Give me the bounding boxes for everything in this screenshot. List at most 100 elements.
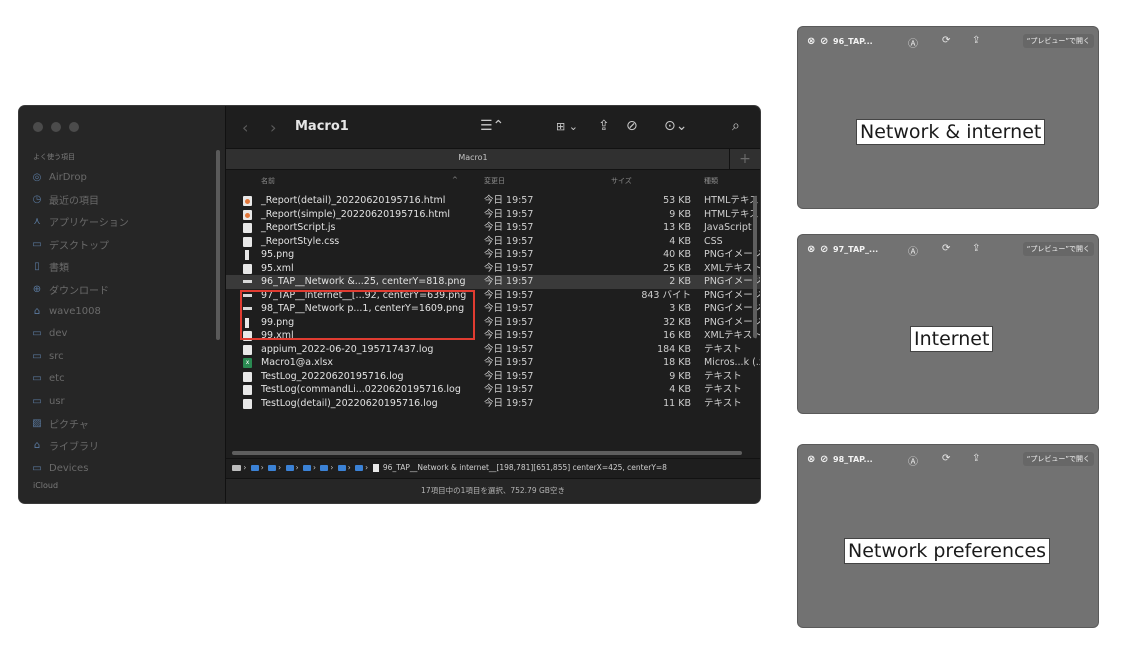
file-xlsx-icon: x bbox=[243, 358, 252, 368]
file-row[interactable]: TestLog(detail)_20220620195716.log 今日 19:… bbox=[226, 397, 760, 411]
file-tall-icon bbox=[245, 250, 249, 260]
file-html-icon bbox=[243, 196, 252, 206]
rotate-icon[interactable]: ⟳ bbox=[942, 243, 950, 254]
tag-icon[interactable]: ⊘ bbox=[626, 118, 638, 134]
file-row[interactable]: 99.xml 今日 19:57 16 KB XMLテキスト bbox=[226, 329, 760, 343]
markup-icon[interactable]: Ⓐ bbox=[908, 453, 918, 468]
file-row[interactable]: 98_TAP__Network p...1, centerY=1609.png 今… bbox=[226, 302, 760, 316]
zoom-window-button[interactable] bbox=[69, 122, 79, 132]
file-date: 今日 19:57 bbox=[484, 235, 534, 247]
file-row[interactable]: 95.xml 今日 19:57 25 KB XMLテキスト bbox=[226, 262, 760, 276]
file-browser: ‹ › Macro1 ☰⌃ ⊞ ⌄ ⇪ ⊘ ⊙⌄ ⌕ Macro1 + 名前 ^… bbox=[226, 106, 760, 503]
file-size: 40 KB bbox=[663, 249, 691, 260]
file-date: 今日 19:57 bbox=[484, 303, 534, 314]
sidebar-item[interactable]: ⌂ ライブラリ bbox=[31, 435, 129, 457]
sidebar-item[interactable]: ▨ ピクチャ bbox=[31, 412, 129, 434]
more-actions-icon[interactable]: ⊙⌄ bbox=[664, 118, 687, 134]
sidebar-item[interactable]: ▭ src bbox=[31, 345, 129, 367]
sidebar-item[interactable]: ▭ Devices bbox=[31, 457, 129, 479]
tab-bar: Macro1 + bbox=[226, 148, 760, 170]
sidebar-item[interactable]: ▭ dev bbox=[31, 323, 129, 345]
close-icon[interactable]: ⊗ bbox=[807, 244, 815, 255]
minimize-window-button[interactable] bbox=[51, 122, 61, 132]
open-in-preview-button[interactable]: “プレビュー”で開く bbox=[1022, 242, 1094, 256]
share-icon[interactable]: ⇪ bbox=[598, 118, 610, 134]
desktop-icon: ▭ bbox=[32, 238, 42, 250]
folder-icon bbox=[302, 465, 311, 471]
file-row[interactable]: appium_2022-06-20_195717437.log 今日 19:57 1… bbox=[226, 343, 760, 357]
sidebar-item[interactable]: ◎ AirDrop bbox=[31, 166, 129, 188]
fullscreen-icon[interactable]: ⊘ bbox=[820, 36, 828, 47]
file-kind: HTMLテキスト bbox=[704, 195, 760, 206]
sidebar-item[interactable]: ▭ etc bbox=[31, 368, 129, 390]
close-icon[interactable]: ⊗ bbox=[807, 36, 815, 47]
path-breadcrumb[interactable]: › › › › › › › › 96_TAP__Network & intern… bbox=[232, 463, 667, 472]
folder-icon: ▭ bbox=[32, 350, 42, 362]
add-tab-button[interactable]: + bbox=[729, 149, 760, 169]
sidebar-item[interactable]: ▭ usr bbox=[31, 390, 129, 412]
sidebar-item-label: アプリケーション bbox=[49, 218, 129, 230]
group-icon[interactable]: ⊞ ⌄ bbox=[556, 120, 578, 133]
vertical-scrollbar[interactable] bbox=[753, 196, 757, 338]
sidebar-scrollbar[interactable] bbox=[216, 150, 220, 340]
column-kind[interactable]: 種類 bbox=[704, 176, 718, 186]
rotate-icon[interactable]: ⟳ bbox=[942, 35, 950, 46]
close-icon[interactable]: ⊗ bbox=[807, 454, 815, 465]
file-row[interactable]: _Report(detail)_20220620195716.html 今日 19… bbox=[226, 194, 760, 208]
file-size: 16 KB bbox=[663, 330, 691, 341]
file-row[interactable]: 99.png 今日 19:57 32 KB PNGイメージ bbox=[226, 316, 760, 330]
search-icon[interactable]: ⌕ bbox=[732, 118, 740, 134]
file-date: 今日 19:57 bbox=[484, 289, 534, 301]
file-row[interactable]: TestLog(commandLi...0220620195716.log 今日 … bbox=[226, 383, 760, 397]
column-date[interactable]: 変更日 bbox=[484, 176, 505, 186]
sidebar-item[interactable]: ⋏ アプリケーション bbox=[31, 211, 129, 233]
file-tall-icon bbox=[245, 317, 249, 328]
sidebar-item[interactable]: ⊕ ダウンロード bbox=[31, 278, 129, 300]
file-row[interactable]: 96_TAP__Network &...25, centerY=818.png 今… bbox=[226, 275, 760, 289]
sidebar-section-icloud: iCloud bbox=[33, 481, 59, 490]
file-name: TestLog(commandLi...0220620195716.log bbox=[261, 384, 461, 395]
sidebar-item[interactable]: ⌂ wave1008 bbox=[31, 300, 129, 322]
file-page-icon bbox=[243, 236, 252, 247]
markup-icon[interactable]: Ⓐ bbox=[908, 35, 918, 50]
file-date: 今日 19:57 bbox=[484, 330, 534, 341]
sidebar-item[interactable]: ▯ 書類 bbox=[31, 256, 129, 278]
fullscreen-icon[interactable]: ⊘ bbox=[820, 244, 828, 255]
file-row[interactable]: TestLog_20220620195716.log 今日 19:57 9 KB テキ… bbox=[226, 370, 760, 384]
share-icon[interactable]: ⇪ bbox=[972, 453, 980, 464]
file-strip-icon bbox=[243, 293, 252, 297]
file-kind: PNGイメージ bbox=[704, 316, 760, 328]
file-size: 18 KB bbox=[663, 357, 691, 368]
sidebar-item[interactable]: ▭ デスクトップ bbox=[31, 233, 129, 255]
file-row[interactable]: x Macro1@a.xlsx 今日 19:57 18 KB Micros...k (.… bbox=[226, 356, 760, 370]
open-in-preview-button[interactable]: “プレビュー”で開く bbox=[1022, 34, 1094, 48]
file-row[interactable]: 95.png 今日 19:57 40 KB PNGイメージ bbox=[226, 248, 760, 262]
file-row[interactable]: 97_TAP__Internet__[...92, centerY=639.pn… bbox=[226, 289, 760, 303]
file-size: 4 KB bbox=[669, 384, 691, 395]
sidebar-item-label: ピクチャ bbox=[49, 419, 89, 431]
folder-icon: ▭ bbox=[32, 395, 42, 407]
column-size[interactable]: サイズ bbox=[611, 176, 632, 186]
file-kind: XMLテキスト bbox=[704, 262, 760, 274]
file-row[interactable]: _Report(simple)_20220620195716.html 今日 19… bbox=[226, 208, 760, 222]
column-name[interactable]: 名前 bbox=[261, 176, 275, 186]
share-icon[interactable]: ⇪ bbox=[972, 35, 980, 46]
fullscreen-icon[interactable]: ⊘ bbox=[820, 454, 828, 465]
forward-button[interactable]: › bbox=[270, 118, 276, 137]
share-icon[interactable]: ⇪ bbox=[972, 243, 980, 254]
airdrop-icon: ◎ bbox=[32, 171, 42, 183]
file-name: TestLog(detail)_20220620195716.log bbox=[261, 397, 438, 409]
back-button[interactable]: ‹ bbox=[242, 118, 248, 137]
sidebar-item[interactable]: ◷ 最近の項目 bbox=[31, 188, 129, 210]
horizontal-scrollbar[interactable] bbox=[232, 451, 742, 455]
tab-macro1[interactable]: Macro1 bbox=[226, 153, 720, 162]
list-view-icon[interactable]: ☰⌃ bbox=[480, 118, 504, 134]
open-in-preview-button[interactable]: “プレビュー”で開く bbox=[1022, 452, 1094, 466]
file-row[interactable]: _ReportScript.js 今日 19:57 13 KB JavaScript bbox=[226, 221, 760, 235]
file-row[interactable]: _ReportStyle.css 今日 19:57 4 KB CSS bbox=[226, 235, 760, 249]
rotate-icon[interactable]: ⟳ bbox=[942, 453, 950, 464]
markup-icon[interactable]: Ⓐ bbox=[908, 243, 918, 258]
close-window-button[interactable] bbox=[33, 122, 43, 132]
file-date: 今日 19:57 bbox=[484, 357, 534, 368]
file-date: 今日 19:57 bbox=[484, 397, 534, 409]
